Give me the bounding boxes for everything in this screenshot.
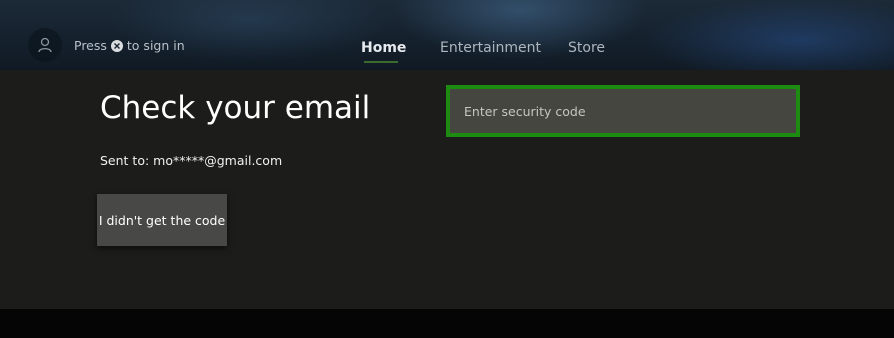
person-icon — [38, 37, 52, 53]
top-bar: Press to sign in Home Entertainment Stor… — [0, 0, 894, 70]
sign-in-suffix: to sign in — [126, 38, 185, 53]
sign-in-prefix: Press — [74, 38, 107, 53]
active-tab-indicator — [364, 61, 398, 63]
security-code-input[interactable] — [450, 89, 796, 133]
didnt-get-code-button[interactable]: I didn't get the code — [97, 194, 227, 246]
sent-to-text: Sent to: mo*****@gmail.com — [100, 153, 283, 168]
sign-in-prompt[interactable]: Press to sign in — [74, 38, 185, 53]
tab-store[interactable]: Store — [568, 40, 605, 56]
xbox-button-icon — [110, 39, 123, 52]
avatar[interactable] — [28, 28, 62, 62]
tab-home[interactable]: Home — [361, 40, 406, 56]
page-title: Check your email — [100, 90, 371, 126]
tab-entertainment[interactable]: Entertainment — [440, 40, 541, 56]
security-code-field[interactable] — [446, 85, 800, 137]
